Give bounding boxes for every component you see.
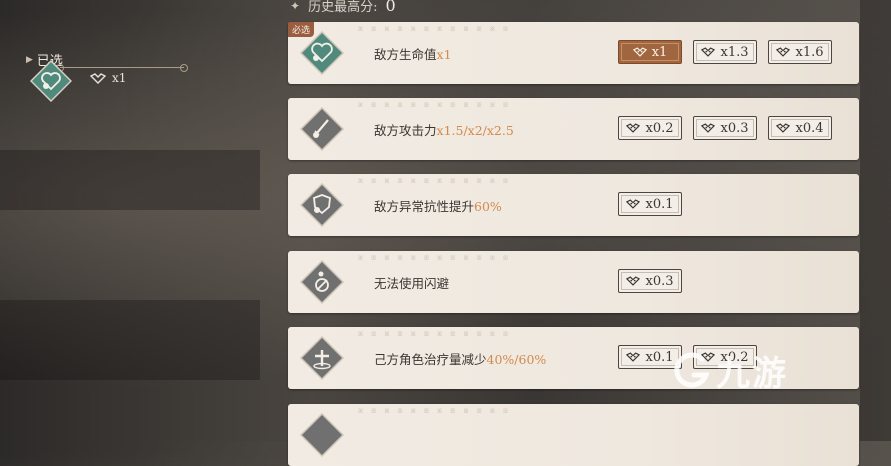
card-decoration: ꕤ ꕥ ꕤ ꕥ ꕤ ꕥ ꕤ ꕥ ꕤ ꕥ ꕤ ꕥ xyxy=(358,408,512,415)
mask-icon xyxy=(626,352,641,362)
modifier-label: 敌方攻击力x1.5/x2/x2.5 xyxy=(374,120,514,139)
multiplier-button-label: x0.1 xyxy=(645,196,674,212)
modifier-label: 敌方生命值x1 xyxy=(374,44,452,63)
card-decoration: ꕤ ꕥ ꕤ ꕥ ꕤ ꕥ ꕤ ꕥ ꕤ ꕥ ꕤ ꕥ xyxy=(358,255,512,262)
mask-icon xyxy=(701,47,716,57)
card-decoration: ꕤ ꕥ ꕤ ꕥ ꕤ ꕥ ꕤ ꕥ ꕤ ꕥ ꕤ ꕥ xyxy=(358,26,512,33)
mask-icon xyxy=(626,199,641,209)
modifier-label-text: 敌方攻击力 xyxy=(374,123,437,138)
modifier-label: 己方角色治疗量减少40%/60% xyxy=(374,349,546,368)
selected-divider xyxy=(56,64,188,72)
multiplier-button-label: x1.6 xyxy=(795,44,824,60)
modifier-label: 无法使用闪避 xyxy=(374,273,449,292)
multiplier-button[interactable]: x0.3 xyxy=(618,269,682,293)
heart-emblem-icon xyxy=(299,30,345,76)
multiplier-button[interactable]: x1 xyxy=(618,40,682,64)
mask-icon xyxy=(626,276,641,286)
multiplier-button-label: x0.3 xyxy=(645,273,674,289)
modifier-card[interactable]: ꕤ ꕥ ꕤ ꕥ ꕤ ꕥ ꕤ ꕥ ꕤ ꕥ ꕤ ꕥ xyxy=(288,404,859,466)
multiplier-button-label: x0.3 xyxy=(720,120,749,136)
multiplier-options: x0.3 xyxy=(618,269,682,293)
mask-icon xyxy=(776,47,791,57)
multiplier-button-label: x0.4 xyxy=(795,120,824,136)
card-decoration: ꕤ ꕥ ꕤ ꕥ ꕤ ꕥ ꕤ ꕥ ꕤ ꕥ ꕤ ꕥ xyxy=(358,102,512,109)
modifier-card[interactable]: ꕤ ꕥ ꕤ ꕥ ꕤ ꕥ ꕤ ꕥ ꕤ ꕥ ꕤ ꕥ 必选 敌方生命值x1 x1 x1.3 x1… xyxy=(288,22,859,84)
modifier-label-text: 敌方生命值 xyxy=(374,47,437,62)
no-dodge-icon xyxy=(299,259,345,305)
heart-emblem-icon[interactable] xyxy=(30,60,72,102)
multiplier-button[interactable]: x0.1 xyxy=(618,192,682,216)
sword-icon xyxy=(299,106,345,152)
multiplier-button-label: x1.3 xyxy=(720,44,749,60)
multiplier-options: x0.1 xyxy=(618,192,682,216)
mask-icon xyxy=(776,123,791,133)
modifier-label: 敌方异常抗性提升60% xyxy=(374,196,502,215)
multiplier-button-label: x0.1 xyxy=(645,349,674,365)
mask-icon xyxy=(90,72,106,84)
background-shelf xyxy=(0,300,260,380)
star-icon: ✦ xyxy=(290,0,301,13)
high-score-value: 0 xyxy=(385,0,396,15)
card-decoration: ꕤ ꕥ ꕤ ꕥ ꕤ ꕥ ꕤ ꕥ ꕤ ꕥ ꕤ ꕥ xyxy=(358,178,512,185)
modifier-label-text: 己方角色治疗量减少 xyxy=(374,352,487,367)
high-score-header: ✦ 历史最高分: 0 xyxy=(290,0,396,15)
watermark-text: 九游 xyxy=(716,354,788,394)
selected-multiplier: x1 xyxy=(90,71,126,85)
g-logo-icon xyxy=(674,352,710,388)
multiplier-button[interactable]: x0.3 xyxy=(693,116,757,140)
high-score-label: 历史最高分: xyxy=(308,0,378,15)
mask-icon xyxy=(632,47,647,57)
multiplier-options: x0.2 x0.3 x0.4 xyxy=(618,116,832,140)
multiplier-button-label: x1 xyxy=(651,44,668,60)
watermark: 九游 xyxy=(672,346,788,395)
modifier-label-highlight: 40%/60% xyxy=(486,352,547,367)
modifier-label-highlight: 60% xyxy=(474,199,502,214)
background-shelf xyxy=(860,0,891,441)
multiplier-button-label: x0.2 xyxy=(645,120,674,136)
heal-cross-icon xyxy=(299,335,345,381)
multiplier-button[interactable]: x0.2 xyxy=(618,116,682,140)
modifier-label-highlight: x1 xyxy=(436,47,452,62)
shield-icon xyxy=(299,182,345,228)
mask-icon xyxy=(626,123,641,133)
modifier-label-text: 无法使用闪避 xyxy=(374,276,450,291)
multiplier-button[interactable]: x1.6 xyxy=(768,40,832,64)
multiplier-options: x1 x1.3 x1.6 xyxy=(618,40,832,64)
modifier-card[interactable]: ꕤ ꕥ ꕤ ꕥ ꕤ ꕥ ꕤ ꕥ ꕤ ꕥ ꕤ ꕥ 敌方攻击力x1.5/x2/x2.5… xyxy=(288,98,859,160)
modifier-label-highlight: x1.5/x2/x2.5 xyxy=(436,123,514,138)
selected-multiplier-value: x1 xyxy=(112,71,127,85)
multiplier-button[interactable]: x1.3 xyxy=(693,40,757,64)
mask-icon xyxy=(701,123,716,133)
modifier-label-text: 敌方异常抗性提升 xyxy=(374,199,475,214)
modifier-card[interactable]: ꕤ ꕥ ꕤ ꕥ ꕤ ꕥ ꕤ ꕥ ꕤ ꕥ ꕤ ꕥ 无法使用闪避 x0.3 xyxy=(288,251,859,313)
emblem-icon xyxy=(299,412,345,458)
modifier-card[interactable]: ꕤ ꕥ ꕤ ꕥ ꕤ ꕥ ꕤ ꕥ ꕤ ꕥ ꕤ ꕥ 敌方异常抗性提升60% x0.1 xyxy=(288,174,859,236)
card-decoration: ꕤ ꕥ ꕤ ꕥ ꕤ ꕥ ꕤ ꕥ ꕤ ꕥ ꕤ ꕥ xyxy=(358,331,512,338)
multiplier-button[interactable]: x0.4 xyxy=(768,116,832,140)
background-shelf xyxy=(0,150,260,210)
